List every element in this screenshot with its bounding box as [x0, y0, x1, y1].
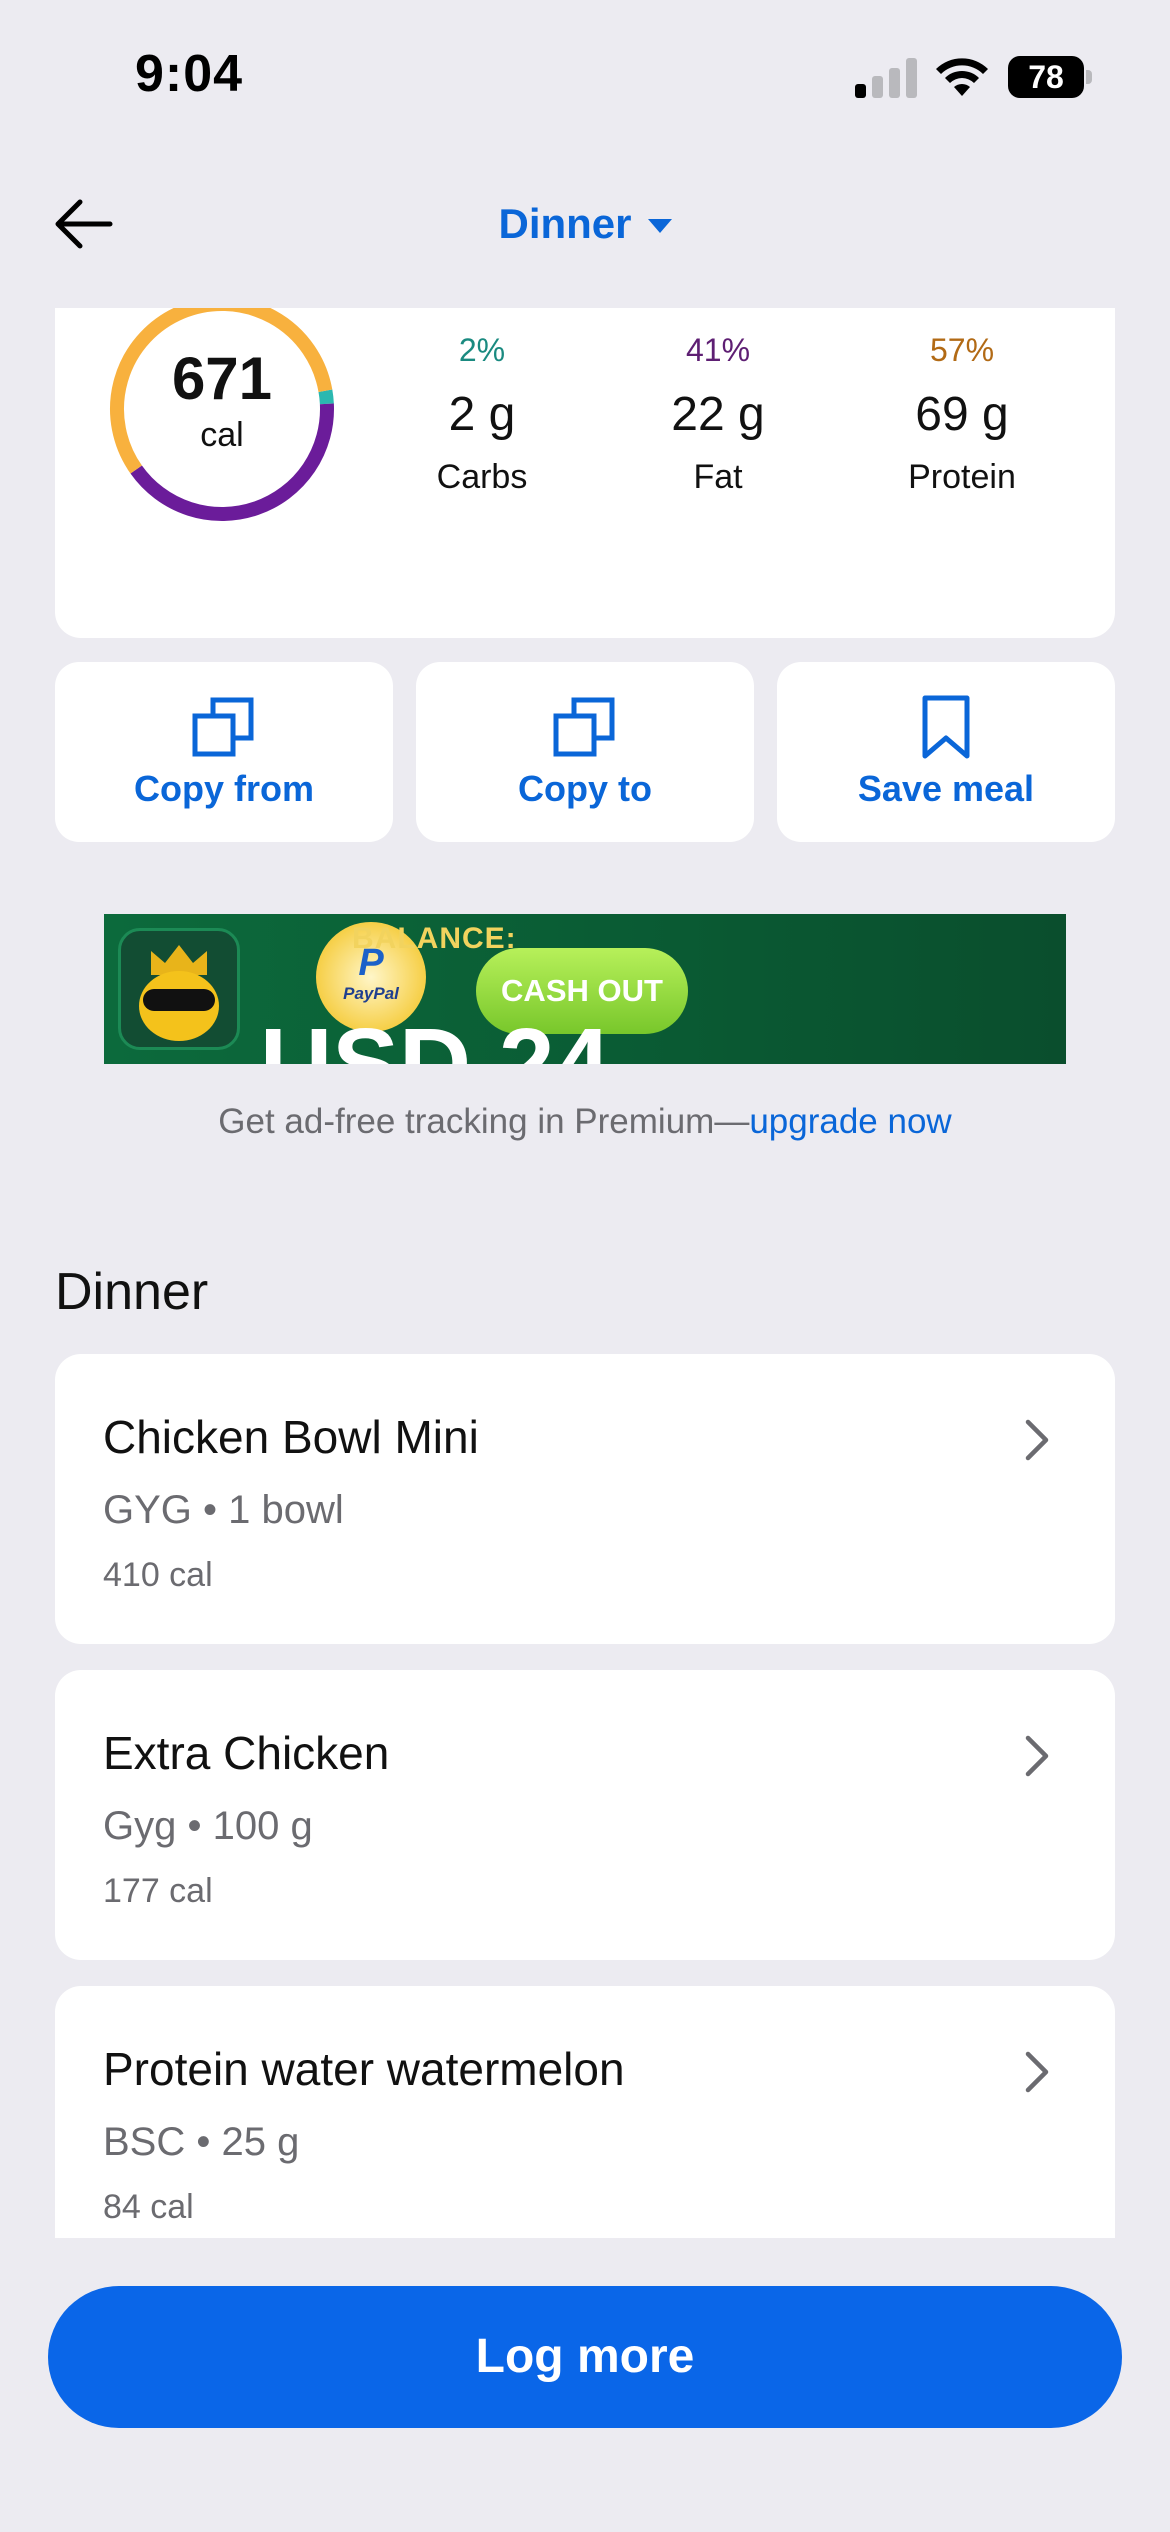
copy-icon — [192, 697, 254, 757]
food-name: Extra Chicken — [103, 1727, 390, 1779]
food-calories: 177 cal — [103, 1872, 213, 1910]
log-more-button[interactable]: Log more — [48, 2286, 1122, 2428]
macro-protein-label: Protein — [908, 458, 1016, 496]
food-list-item[interactable]: Protein water watermelon BSC • 25 g 84 c… — [55, 1986, 1115, 2238]
food-list-item[interactable]: Extra Chicken Gyg • 100 g 177 cal — [55, 1670, 1115, 1960]
nutrition-summary-card: 671 cal 2% 2 g Carbs 41% 22 g Fat 57% 69… — [55, 308, 1115, 638]
sunglasses-icon — [143, 989, 215, 1011]
premium-upsell-text: Get ad-free tracking in Premium— — [218, 1102, 750, 1141]
food-list-item[interactable]: Chicken Bowl Mini GYG • 1 bowl 410 cal — [55, 1354, 1115, 1644]
chevron-right-icon — [1025, 1419, 1049, 1461]
battery-level: 78 — [1008, 56, 1084, 98]
macro-carbs-percent: 2% — [458, 332, 506, 368]
ad-amount: USD 24 — [260, 1008, 611, 1064]
ad-balance-label: BALANCE: — [352, 922, 517, 955]
status-bar: 9:04 78 — [0, 0, 1170, 150]
food-brand-serving: Gyg • 100 g — [103, 1804, 313, 1848]
calorie-unit: cal — [200, 416, 244, 454]
calorie-ring: 671 cal — [105, 308, 339, 526]
section-title: Dinner — [55, 1263, 209, 1321]
macro-protein-grams: 69 g — [915, 388, 1009, 441]
food-calories: 84 cal — [103, 2188, 194, 2226]
macro-carbs-grams: 2 g — [448, 388, 516, 441]
save-meal-button[interactable]: Save meal — [777, 662, 1115, 842]
macro-carbs-label: Carbs — [436, 458, 528, 496]
macro-fat-grams: 22 g — [671, 388, 765, 441]
chevron-right-icon — [1025, 1735, 1049, 1777]
food-brand-serving: BSC • 25 g — [103, 2120, 300, 2164]
food-list: Chicken Bowl Mini GYG • 1 bowl 410 cal E… — [0, 1350, 1170, 2238]
macro-carbs: 2% 2 g Carbs — [382, 332, 582, 497]
food-name: Chicken Bowl Mini — [103, 1411, 479, 1463]
meal-selector-label: Dinner — [498, 200, 632, 247]
food-brand-serving: GYG • 1 bowl — [103, 1488, 344, 1532]
macro-protein-percent: 57% — [929, 332, 995, 368]
bookmark-icon — [922, 695, 970, 759]
save-meal-label: Save meal — [857, 768, 1035, 809]
cellular-signal-icon — [855, 58, 917, 98]
food-name: Protein water watermelon — [103, 2043, 625, 2095]
copy-from-label: Copy from — [134, 768, 314, 809]
copy-icon — [553, 697, 615, 757]
status-time: 9:04 — [135, 45, 244, 103]
copy-to-button[interactable]: Copy to — [416, 662, 754, 842]
wifi-icon — [936, 58, 988, 96]
copy-from-button[interactable]: Copy from — [55, 662, 393, 842]
ad-coin-label: PayPal — [343, 984, 399, 1003]
macro-fat-label: Fat — [693, 458, 743, 496]
copy-to-label: Copy to — [518, 768, 652, 809]
calorie-total: 671 — [171, 345, 273, 412]
battery-icon: 78 — [1008, 56, 1092, 98]
caret-down-icon — [647, 219, 672, 233]
ad-banner[interactable]: P PayPal BALANCE: CASH OUT USD 24 — [104, 914, 1066, 1064]
macro-fat: 41% 22 g Fat — [618, 332, 818, 497]
meal-selector-dropdown[interactable]: Dinner — [0, 196, 1170, 252]
premium-upsell: Get ad-free tracking in Premium—upgrade … — [0, 1102, 1170, 1142]
ad-app-icon — [118, 928, 240, 1050]
macro-protein: 57% 69 g Protein — [862, 332, 1062, 497]
upgrade-now-link[interactable]: upgrade now — [749, 1102, 951, 1141]
food-calories: 410 cal — [103, 1556, 213, 1594]
chevron-right-icon — [1025, 2051, 1049, 2093]
macro-fat-percent: 41% — [685, 332, 751, 368]
